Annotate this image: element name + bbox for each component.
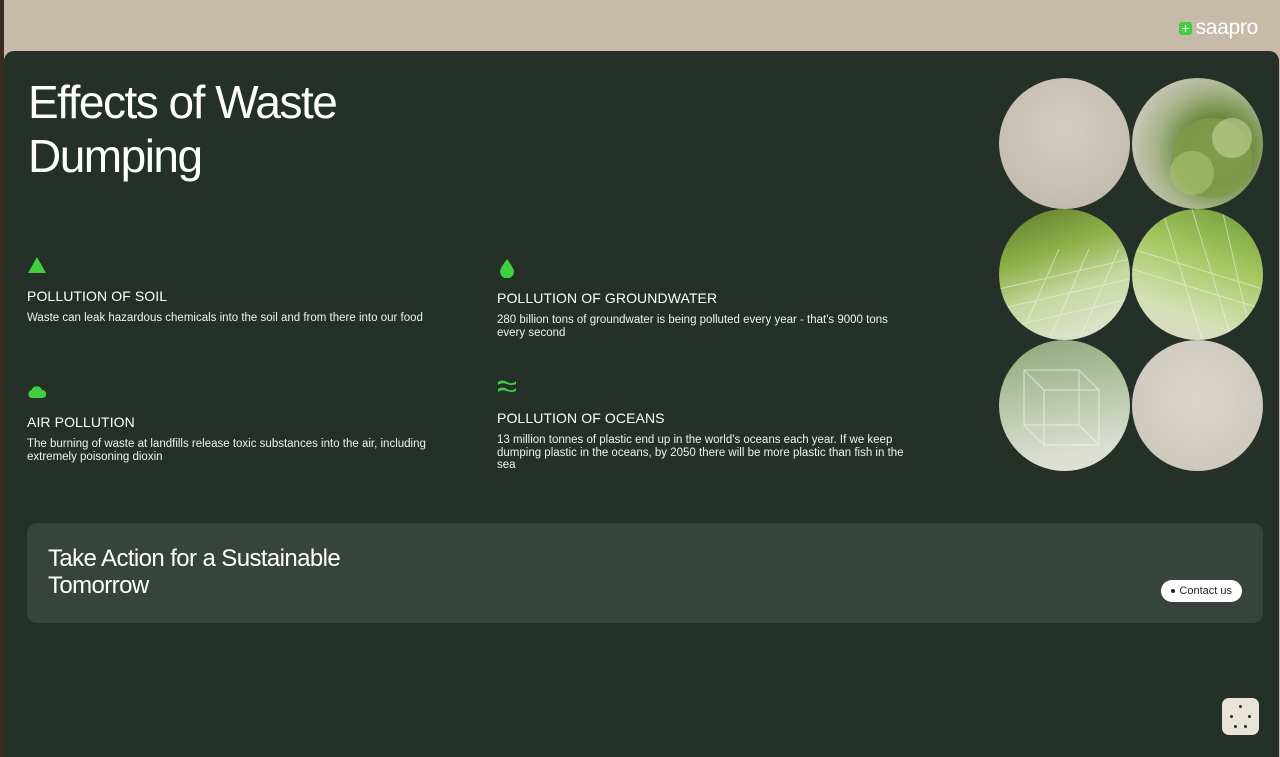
- effect-label: POLLUTION OF GROUNDWATER: [497, 290, 718, 306]
- image-circle: [999, 78, 1130, 209]
- effect-description: Waste can leak hazardous chemicals into …: [27, 312, 423, 324]
- effect-soil: POLLUTION OF SOIL Waste can leak hazardo…: [27, 256, 447, 325]
- cloud-icon: [28, 386, 47, 398]
- effect-description: The burning of waste at landfills releas…: [27, 438, 426, 463]
- effect-description: 13 million tonnes of plastic end up in t…: [497, 434, 904, 471]
- triangle-icon: [28, 257, 46, 273]
- effect-oceans: POLLUTION OF OCEANS 13 million tonnes of…: [497, 378, 917, 472]
- contact-us-label: Contact us: [1179, 585, 1232, 597]
- effect-label: POLLUTION OF SOIL: [27, 288, 168, 304]
- effect-label: POLLUTION OF OCEANS: [497, 410, 665, 426]
- main-panel: Effects of Waste Dumping POLLUTION OF SO…: [4, 51, 1279, 757]
- effect-description: 280 billion tons of groundwater is being…: [497, 314, 888, 339]
- cta-title: Take Action for a Sustainable Tomorrow: [48, 545, 341, 599]
- glass-cube-image: [1023, 369, 1100, 446]
- plants-image: [1170, 118, 1252, 198]
- image-circle: [999, 340, 1130, 471]
- contact-us-button[interactable]: Contact us: [1161, 580, 1242, 602]
- plus-badge-icon: [1178, 21, 1192, 35]
- dot-icon: [1171, 589, 1176, 593]
- effect-groundwater: POLLUTION OF GROUNDWATER 280 billion ton…: [497, 258, 917, 339]
- waves-icon: [498, 380, 516, 392]
- glass-grid-image: [1132, 209, 1263, 340]
- image-circle: [1132, 78, 1263, 209]
- image-circle: [1132, 340, 1263, 471]
- image-circle: [999, 209, 1130, 340]
- droplet-icon: [500, 259, 514, 278]
- brand-logo[interactable]: saapro: [1178, 16, 1259, 40]
- image-grid: [999, 78, 1263, 472]
- glass-grid-image: [999, 248, 1130, 340]
- image-circle: [1132, 209, 1263, 340]
- cta-card: Take Action for a Sustainable Tomorrow C…: [27, 523, 1263, 623]
- effect-air: AIR POLLUTION The burning of waste at la…: [27, 382, 447, 463]
- page-title: Effects of Waste Dumping: [28, 76, 338, 182]
- dice-icon[interactable]: [1222, 698, 1259, 735]
- brand-name: saapro: [1195, 16, 1259, 39]
- effect-label: AIR POLLUTION: [27, 414, 135, 430]
